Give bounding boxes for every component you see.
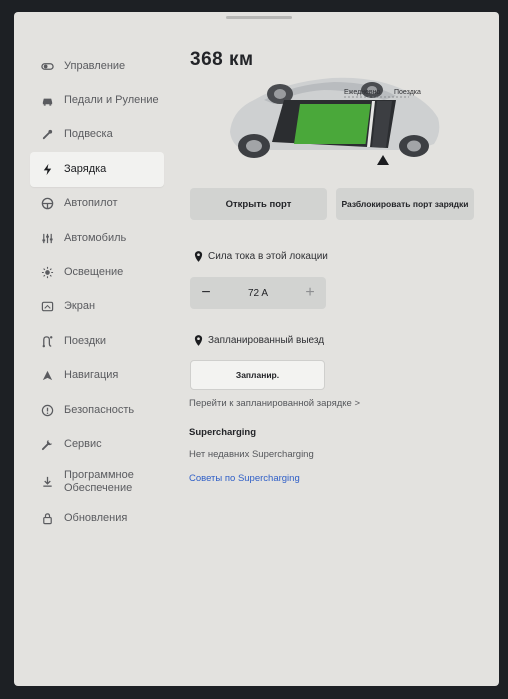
screen-grabber[interactable] (226, 16, 292, 19)
sidebar-item-label: Подвеска (64, 128, 113, 141)
settings-screen: Управление Педали и Руление Подвеска Зар… (14, 12, 499, 686)
supercharging-title: Supercharging (189, 427, 257, 438)
sidebar-item-trips[interactable]: Поездки (30, 324, 184, 358)
sidebar-item-display[interactable]: Экран (30, 290, 184, 324)
sidebar-item-label: Программное Обеспечение (64, 469, 134, 495)
rear-left-hub (274, 89, 286, 99)
sidebar-item-pedals-steering[interactable]: Педали и Руление (30, 83, 184, 117)
sidebar-item-label-line1: Программное (64, 468, 134, 481)
scheduled-charging-link[interactable]: Перейти к запланированной зарядке > (189, 398, 360, 409)
battery-charge-fill (294, 104, 371, 144)
unlock-port-button[interactable]: Разблокировать порт зарядки (336, 188, 474, 220)
sidebar-item-updates[interactable]: Обновления (30, 502, 184, 536)
supercharging-empty-text: Нет недавних Supercharging (189, 449, 314, 460)
steering-wheel-icon (40, 197, 54, 211)
current-value: 72 A (247, 287, 269, 299)
supercharging-tips-link[interactable]: Советы по Supercharging (189, 473, 300, 484)
charge-limit-handle[interactable] (377, 155, 389, 165)
wrench-icon (40, 128, 54, 142)
download-icon (40, 475, 54, 489)
sidebar-item-charging[interactable]: Зарядка (30, 152, 164, 187)
increase-current-button[interactable]: + (300, 281, 320, 305)
sidebar-item-label: Сервис (64, 437, 102, 450)
sidebar-item-label: Автопилот (64, 197, 118, 210)
schedule-button[interactable]: Запланир. (190, 360, 325, 390)
sidebar-item-vehicle[interactable]: Автомобиль (30, 221, 184, 255)
navigation-arrow-icon (40, 369, 54, 383)
car-icon (40, 94, 54, 108)
sidebar-item-autopilot[interactable]: Автопилот (30, 187, 184, 221)
sidebar-item-label: Навигация (64, 369, 119, 382)
alert-circle-icon (40, 403, 54, 417)
sidebar-item-safety[interactable]: Безопасность (30, 393, 184, 427)
car-battery-visual[interactable]: Ежедневно Поездка (224, 70, 446, 170)
lock-icon (40, 512, 54, 526)
car-svg: Ежедневно Поездка (230, 77, 440, 165)
front-right-hub (407, 140, 421, 152)
sidebar-item-label: Безопасность (64, 403, 135, 416)
sidebar-item-label: Зарядка (64, 162, 107, 175)
daily-label[interactable]: Ежедневно (344, 89, 381, 96)
scheduled-section-title: Запланированный выезд (194, 335, 324, 346)
current-section-title: Сила тока в этой локации (194, 251, 328, 262)
sidebar-item-controls[interactable]: Управление (30, 49, 184, 83)
current-title-text: Сила тока в этой локации (208, 251, 328, 262)
decrease-current-button[interactable]: − (196, 281, 216, 305)
sidebar-item-navigation[interactable]: Навигация (30, 359, 184, 393)
sidebar-item-software[interactable]: Программное Обеспечение (30, 462, 184, 502)
sun-icon (40, 266, 54, 280)
sidebar-item-label: Обновления (64, 512, 128, 525)
sidebar-item-label: Автомобиль (64, 231, 127, 244)
charge-current-stepper: − 72 A + (190, 277, 326, 309)
sidebar-item-lighting[interactable]: Освещение (30, 255, 184, 289)
range-readout: 368 км (190, 49, 254, 70)
toggle-icon (40, 59, 54, 73)
location-pin-icon (194, 251, 203, 262)
open-port-button[interactable]: Открыть порт (190, 188, 327, 220)
sidebar-item-label: Экран (64, 300, 96, 313)
sidebar-item-label-line2: Обеспечение (64, 481, 133, 494)
settings-sidebar: Управление Педали и Руление Подвеска Зар… (30, 49, 184, 536)
location-pin-icon (194, 335, 203, 346)
sliders-icon (40, 231, 54, 245)
display-icon (40, 300, 54, 314)
trip-label[interactable]: Поездка (394, 89, 421, 96)
sidebar-item-suspension[interactable]: Подвеска (30, 118, 184, 152)
route-icon (40, 334, 54, 348)
sidebar-item-label: Управление (64, 59, 126, 72)
sidebar-item-service[interactable]: Сервис (30, 427, 184, 461)
sidebar-item-label: Освещение (64, 266, 124, 279)
sidebar-item-label: Педали и Руление (64, 94, 159, 107)
service-wrench-icon (40, 437, 54, 451)
bolt-icon (40, 162, 54, 176)
scheduled-title-text: Запланированный выезд (208, 335, 325, 346)
front-left-hub (246, 140, 262, 152)
sidebar-item-label: Поездки (64, 334, 107, 347)
